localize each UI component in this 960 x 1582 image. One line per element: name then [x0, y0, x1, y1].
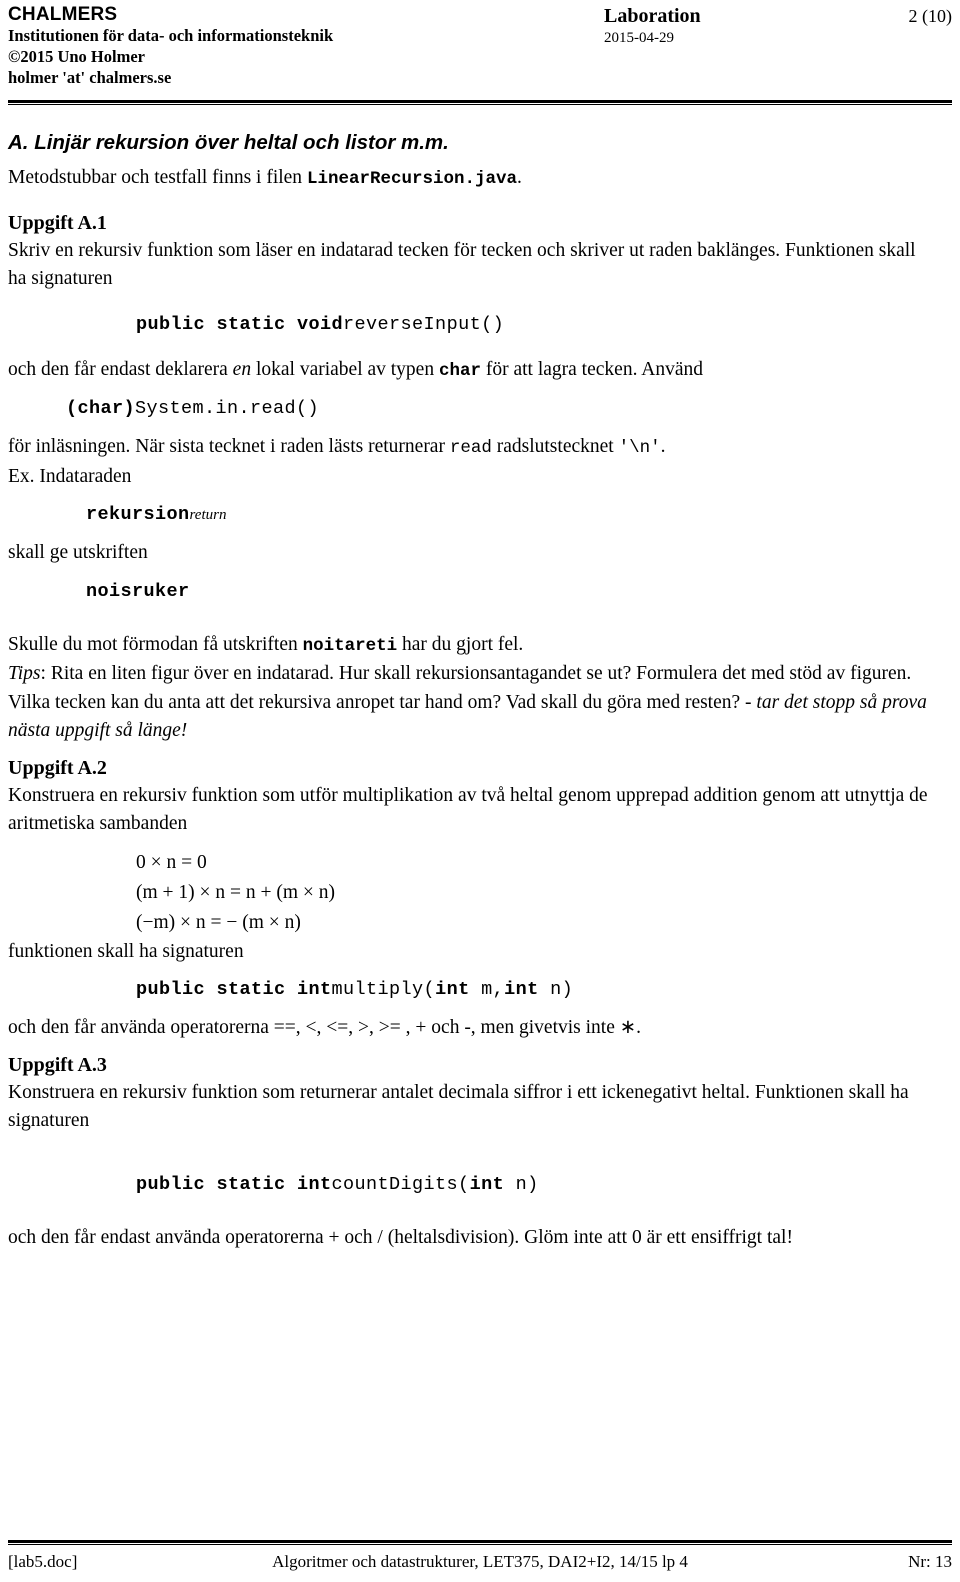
task2-signature: public static intmultiply(int m,int n) [8, 975, 938, 1005]
task2-arg2-type: int [504, 979, 539, 1000]
footer-divider [8, 1540, 952, 1545]
task3-signature-keywords: public static int [136, 1173, 332, 1195]
footer-number: Nr: 13 [908, 1552, 952, 1571]
section-intro-suffix: . [516, 167, 522, 188]
task1-p2-b: lokal variabel av typen [251, 358, 439, 380]
task-heading-a2: Uppgift A.2 [8, 756, 107, 779]
header-left-block: CHALMERS Institutionen för data- och inf… [8, 4, 588, 88]
task1-signature: public static voidreverseInput() [8, 310, 938, 340]
page-header: CHALMERS Institutionen för data- och inf… [8, 4, 952, 100]
document-page: CHALMERS Institutionen för data- och inf… [0, 0, 960, 1582]
task1-p3-c: . [660, 436, 666, 457]
author-email: holmer 'at' chalmers.se [8, 68, 172, 87]
header-center-block: Laboration 2015-04-29 [604, 4, 834, 48]
task1-p3-a: för inläsningen. När sista tecknet i rad… [8, 436, 450, 457]
section-intro-prefix: Metodstubbar och testfall finns i filen [8, 167, 307, 188]
task2-signature-keywords: public static int [136, 979, 332, 1000]
section-title: A. Linjär rekursion över heltal och list… [8, 131, 449, 154]
task1-p6-b: har du gjort fel. [397, 633, 524, 655]
task1-read-expression: System.in.read() [135, 398, 320, 419]
task1-paragraph-5: skall ge utskriften [8, 542, 148, 563]
page-number: 2 (10) [908, 6, 953, 26]
task1-p6-wrong-output: noitareti [302, 635, 398, 656]
section-intro: Metodstubbar och testfall finns i filen … [8, 164, 938, 194]
task-heading-a1: Uppgift A.1 [8, 211, 107, 234]
task2-paragraph-2: funktionen skall ha signaturen [8, 940, 244, 962]
task1-p2-a: och den får endast deklarera [8, 358, 233, 380]
task2-paragraph-1: Konstruera en rekursiv funktion som utfö… [8, 784, 928, 835]
task2-arg2-name: n) [538, 979, 574, 1000]
task3-signature: public static intcountDigits(int n) [8, 1170, 938, 1200]
task1-signature-name: reverseInput() [343, 313, 505, 335]
document-body: A. Linjär rekursion över heltal och list… [8, 130, 938, 1252]
task-heading-a3: Uppgift A.3 [8, 1053, 107, 1076]
task2-formula-list: 0 × n = 0 (m + 1) × n = n + (m × n) (−m)… [8, 848, 938, 938]
task2-paragraph-3: och den får använda operatorerna ==, <, … [8, 1017, 641, 1038]
task1-paragraph-4: Ex. Indataraden [8, 465, 132, 487]
task3-arg-type: int [469, 1173, 505, 1195]
task1-example-input: rekursionreturn [8, 500, 938, 530]
task1-p3-newline-literal: '\n' [618, 438, 661, 458]
task1-example-return-note: return [189, 507, 227, 523]
task3-paragraph-2: och den får endast använda operatorerna … [8, 1226, 793, 1248]
task2-formula-3: (−m) × n = − (m × n) [136, 911, 301, 933]
task2-signature-name: multiply( [331, 979, 436, 1000]
task1-paragraph-2: och den får endast deklarera en lokal va… [8, 356, 938, 386]
document-date: 2015-04-29 [604, 30, 674, 46]
task1-read-cast: (char) [66, 398, 136, 419]
task1-paragraph-3: för inläsningen. När sista tecknet i rad… [8, 433, 938, 463]
page-footer: [lab5.doc] Algoritmer och datastrukturer… [8, 1550, 952, 1576]
organization-name: CHALMERS [8, 4, 118, 25]
task1-paragraph-1: Skriv en rekursiv funktion som läser en … [8, 239, 916, 290]
source-file-name: LinearRecursion.java [306, 169, 517, 189]
task1-p2-c: för att lagra tecken. Använd [480, 358, 703, 380]
task1-example-input-text: rekursion [86, 504, 190, 525]
task1-example-output: noisruker [86, 580, 190, 602]
task1-paragraph-6: Skulle du mot förmodan få utskriften noi… [8, 631, 938, 661]
department-name: Institutionen för data- och informations… [8, 26, 334, 45]
task1-read-call: (char)System.in.read() [8, 394, 938, 424]
task1-p6-a: Skulle du mot förmodan få utskriften [8, 633, 303, 655]
task3-signature-name: countDigits( [331, 1173, 470, 1195]
copyright-notice: ©2015 Uno Holmer [8, 47, 145, 66]
task1-signature-keywords: public static void [136, 313, 344, 335]
task2-arg1-name: m, [469, 979, 505, 1000]
header-divider [8, 100, 952, 105]
task1-p2-type: char [438, 360, 481, 381]
task1-p3-read: read [449, 438, 492, 458]
task2-arg1-type: int [435, 979, 470, 1000]
task1-p3-b: radslutstecknet [491, 436, 619, 457]
task3-arg-name: n) [504, 1173, 539, 1195]
footer-course-info: Algoritmer och datastrukturer, LET375, D… [272, 1552, 688, 1571]
task3-paragraph-1: Konstruera en rekursiv funktion som retu… [8, 1081, 909, 1132]
task1-tips: Tips: Rita en liten figur över en indata… [8, 660, 938, 746]
tips-label: Tips [8, 663, 41, 684]
task2-formula-1: 0 × n = 0 [136, 851, 207, 873]
document-type: Laboration [604, 5, 701, 27]
task2-formula-2: (m + 1) × n = n + (m × n) [136, 881, 336, 903]
task1-p2-emphasis: en [232, 358, 252, 380]
